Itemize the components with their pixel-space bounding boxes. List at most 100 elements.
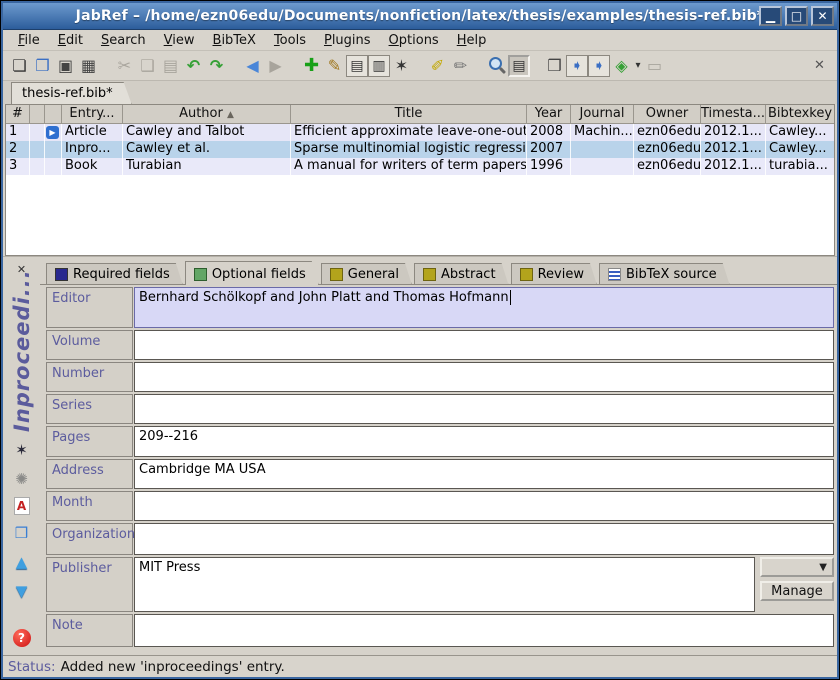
col-owner[interactable]: Owner (634, 105, 701, 124)
series-field-input[interactable] (134, 394, 834, 424)
minimize-icon[interactable]: ▁ (759, 6, 782, 26)
maximize-icon[interactable]: □ (785, 6, 808, 26)
row-journal[interactable] (571, 141, 634, 158)
row-author[interactable]: Cawley and Talbot (123, 124, 291, 141)
push-to-application-icon[interactable]: ➧ (566, 55, 588, 77)
search-icon[interactable] (485, 54, 508, 77)
col-author[interactable]: Author ▲ (123, 105, 291, 124)
col-icon-1[interactable] (30, 105, 45, 124)
next-entry-icon[interactable]: ▼ (10, 580, 34, 602)
row-journal[interactable] (571, 158, 634, 175)
push-to-application-2-icon[interactable]: ➧ (588, 55, 610, 77)
forward-icon[interactable]: ▶ (264, 54, 287, 77)
new-entry-icon[interactable]: ✚ (300, 54, 323, 77)
autogenerate-keys-icon[interactable]: ✶ (390, 54, 413, 77)
row-marker-cell[interactable] (30, 141, 45, 158)
menu-file[interactable]: File (9, 31, 49, 50)
note-field-input[interactable] (134, 614, 834, 647)
row-year[interactable]: 2007 (527, 141, 571, 158)
save-database-icon[interactable]: ▣ (54, 54, 77, 77)
publisher-field-input[interactable]: MIT Press (134, 557, 755, 612)
row-author[interactable]: Turabian (123, 158, 291, 175)
edit-entry-icon[interactable]: ✎ (323, 54, 346, 77)
row-timestamp[interactable]: 2012.1... (701, 141, 766, 158)
web-search-dropdown-icon[interactable]: ▾ (633, 54, 643, 77)
address-field-input[interactable]: Cambridge MA USA (134, 459, 834, 489)
row-number[interactable]: 2 (6, 141, 30, 158)
row-entrytype[interactable]: Book (62, 158, 123, 175)
publisher-dropdown[interactable]: ▼ (760, 557, 834, 577)
col-icon-2[interactable] (45, 105, 62, 124)
tab-bibtex-source[interactable]: BibTeX source (599, 263, 730, 285)
settings-icon[interactable]: ✺ (10, 468, 34, 490)
volume-field-input[interactable] (134, 330, 834, 360)
row-title[interactable]: A manual for writers of term papers... (291, 158, 527, 175)
col-number[interactable]: # (6, 105, 30, 124)
back-icon[interactable]: ◀ (241, 54, 264, 77)
open-file-icon[interactable]: ❒ (10, 522, 34, 544)
row-owner[interactable]: ezn06edu (634, 124, 701, 141)
row-owner[interactable]: ezn06edu (634, 158, 701, 175)
entry-table[interactable]: # Entry... Author ▲ Title Year Journal O… (5, 104, 835, 256)
cut-icon[interactable]: ✂ (113, 54, 136, 77)
close-sidepane-icon[interactable]: ✕ (808, 54, 831, 77)
row-year[interactable]: 1996 (527, 158, 571, 175)
close-icon[interactable]: ✕ (811, 6, 834, 26)
row-year[interactable]: 2008 (527, 124, 571, 141)
row-journal[interactable]: Machin... (571, 124, 634, 141)
menu-edit[interactable]: Edit (49, 31, 92, 50)
menu-search[interactable]: Search (92, 31, 155, 50)
web-search-icon[interactable]: ◈ (610, 54, 633, 77)
month-field-input[interactable] (134, 491, 834, 521)
toggle-preview-icon[interactable]: ▤ (346, 55, 368, 77)
url-icon[interactable]: ▶ (46, 126, 59, 139)
manage-button[interactable]: Manage (760, 581, 834, 601)
unmark-entries-icon[interactable]: ✏ (449, 54, 472, 77)
help-icon[interactable]: ? (13, 629, 31, 647)
undo-icon[interactable]: ↶ (182, 54, 205, 77)
row-bibtexkey[interactable]: Cawley... (766, 141, 834, 158)
row-timestamp[interactable]: 2012.1... (701, 158, 766, 175)
tab-required-fields[interactable]: Required fields (46, 263, 183, 285)
row-bibtexkey[interactable]: Cawley... (766, 124, 834, 141)
row-number[interactable]: 3 (6, 158, 30, 175)
row-marker-cell[interactable] (30, 124, 45, 141)
row-entrytype[interactable]: Article (62, 124, 123, 141)
menu-tools[interactable]: Tools (265, 31, 315, 50)
menu-plugins[interactable]: Plugins (315, 31, 380, 50)
col-bibtexkey[interactable]: Bibtexkey (766, 105, 834, 124)
new-database-icon[interactable]: ❏ (8, 54, 31, 77)
row-url-cell[interactable]: ▶ (45, 124, 62, 141)
organization-field-input[interactable] (134, 523, 834, 555)
table-row[interactable]: 1 ▶ Article Cawley and Talbot Efficient … (6, 124, 834, 141)
open-database-icon[interactable]: ❐ (31, 54, 54, 77)
database-tab[interactable]: thesis-ref.bib* (11, 82, 132, 104)
col-entrytype[interactable]: Entry... (62, 105, 123, 124)
col-title[interactable]: Title (291, 105, 527, 124)
redo-icon[interactable]: ↷ (205, 54, 228, 77)
row-timestamp[interactable]: 2012.1... (701, 124, 766, 141)
generate-key-icon[interactable]: ✶ (10, 439, 34, 461)
table-row-selected[interactable]: 2 Inpro... Cawley et al. Sparse multinom… (6, 141, 834, 158)
row-url-cell[interactable] (45, 158, 62, 175)
paste-icon[interactable]: ▤ (159, 54, 182, 77)
menu-view[interactable]: View (155, 31, 204, 50)
number-field-input[interactable] (134, 362, 834, 392)
print-icon[interactable]: ▭ (643, 54, 666, 77)
table-row[interactable]: 3 Book Turabian A manual for writers of … (6, 158, 834, 175)
row-entrytype[interactable]: Inpro... (62, 141, 123, 158)
col-journal[interactable]: Journal (571, 105, 634, 124)
menu-bibtex[interactable]: BibTeX (204, 31, 265, 50)
row-author[interactable]: Cawley et al. (123, 141, 291, 158)
col-timestamp[interactable]: Timesta... (701, 105, 766, 124)
title-bar[interactable]: JabRef – /home/ezn06edu/Documents/nonfic… (3, 3, 837, 30)
row-owner[interactable]: ezn06edu (634, 141, 701, 158)
mark-entries-icon[interactable]: ✐ (426, 54, 449, 77)
open-pdf-icon[interactable]: A (14, 497, 30, 515)
editor-field-input[interactable]: Bernhard Schölkopf and John Platt and Th… (134, 287, 834, 328)
toggle-search-panel-icon[interactable]: ▤ (508, 55, 530, 77)
row-title[interactable]: Sparse multinomial logistic regressi... (291, 141, 527, 158)
pages-field-input[interactable]: 209--216 (134, 426, 834, 457)
row-url-cell[interactable] (45, 141, 62, 158)
save-all-icon[interactable]: ▦ (77, 54, 100, 77)
